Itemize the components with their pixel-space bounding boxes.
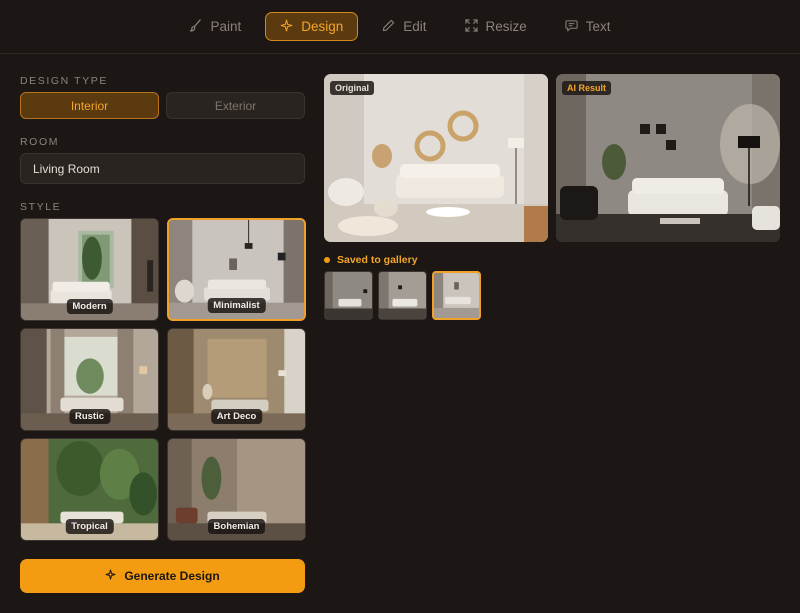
generate-design-label: Generate Design <box>124 569 220 583</box>
gallery-thumbnail[interactable] <box>432 271 481 320</box>
saved-status: Saved to gallery <box>324 254 418 266</box>
gallery-thumbnail-picture <box>379 272 426 319</box>
style-tile-label: Tropical <box>65 519 114 534</box>
style-tile-label: Minimalist <box>207 298 266 313</box>
tab-text[interactable]: Text <box>551 12 625 41</box>
ai-result-room-picture <box>556 74 780 242</box>
gallery-thumbnail[interactable] <box>378 271 427 320</box>
style-tile-rustic[interactable]: Rustic <box>20 328 159 431</box>
style-tile-modern[interactable]: Modern <box>20 218 159 321</box>
tab-design[interactable]: Design <box>265 12 359 41</box>
style-grid: Modern Minimalist Rustic Art Deco Tropic… <box>20 218 306 541</box>
design-type-exterior-button[interactable]: Exterior <box>166 92 305 119</box>
pencil-icon <box>382 19 395 35</box>
original-image: Original <box>324 74 548 242</box>
tab-label: Text <box>585 19 611 34</box>
style-tile-label: Bohemian <box>207 519 266 534</box>
tab-label: Resize <box>485 19 527 34</box>
tab-edit[interactable]: Edit <box>368 12 440 41</box>
chat-bubble-icon <box>565 19 578 35</box>
original-tag: Original <box>330 81 375 95</box>
sparkle-icon <box>105 569 116 583</box>
style-tile-label: Modern <box>66 299 113 314</box>
top-toolbar: Paint Design Edit Resize Text <box>0 0 800 54</box>
saved-status-text: Saved to gallery <box>337 254 418 266</box>
gallery-thumbnail-picture <box>325 272 372 319</box>
room-select[interactable]: Living Room <box>20 153 305 184</box>
sparkle-icon <box>280 19 293 35</box>
design-type-interior-button[interactable]: Interior <box>20 92 159 119</box>
gallery-thumbnail-picture <box>434 273 479 318</box>
tab-label: Edit <box>403 19 427 34</box>
room-value: Living Room <box>33 161 100 176</box>
style-tile-label: Art Deco <box>210 409 263 424</box>
style-tile-tropical[interactable]: Tropical <box>20 438 159 541</box>
generate-design-button[interactable]: Generate Design <box>20 559 305 593</box>
style-tile-label: Rustic <box>68 409 111 424</box>
tab-paint[interactable]: Paint <box>175 12 255 41</box>
tab-resize[interactable]: Resize <box>451 12 541 41</box>
style-label: STYLE <box>20 201 62 213</box>
style-tile-art-deco[interactable]: Art Deco <box>167 328 306 431</box>
tab-label: Paint <box>210 19 242 34</box>
gallery-thumbnail[interactable] <box>324 271 373 320</box>
style-tile-bohemian[interactable]: Bohemian <box>167 438 306 541</box>
room-label: ROOM <box>20 136 60 148</box>
ai-result-image: AI Result <box>556 74 780 242</box>
resize-icon <box>464 18 478 35</box>
design-type-label: DESIGN TYPE <box>20 75 109 87</box>
brush-icon <box>189 18 202 35</box>
tab-label: Design <box>301 19 344 34</box>
ai-result-tag: AI Result <box>562 81 612 95</box>
status-dot-icon <box>324 257 330 263</box>
style-tile-minimalist[interactable]: Minimalist <box>167 218 306 321</box>
gallery-thumbnails <box>324 271 481 320</box>
original-room-picture <box>324 74 548 242</box>
